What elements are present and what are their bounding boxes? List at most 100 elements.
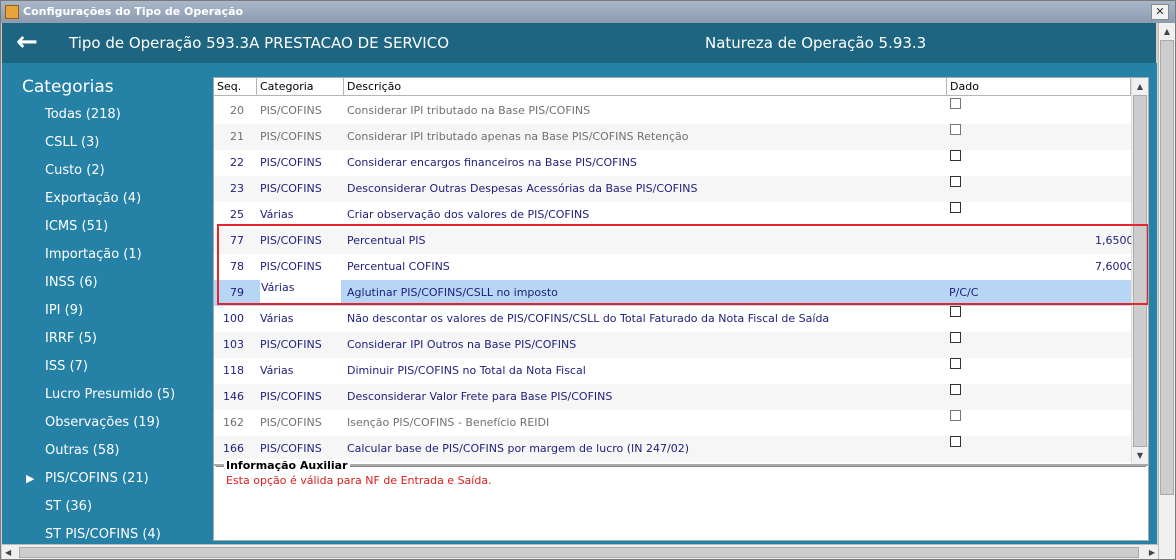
table-row[interactable]: 103 PIS/COFINS Considerar IPI Outros na Ba… xyxy=(214,332,1148,358)
dado-checkbox[interactable] xyxy=(950,124,961,135)
table-row[interactable]: 166 PIS/COFINS Calcular base de PIS/COFINS… xyxy=(214,436,1148,462)
sidebar-item-label: ST (36) xyxy=(45,499,93,514)
table-row[interactable]: 20 PIS/COFINS Considerar IPI tributado na … xyxy=(214,98,1148,124)
grid-header: Seq. Categoria Descrição Dado xyxy=(214,78,1148,96)
dado-checkbox[interactable] xyxy=(950,384,961,395)
sidebar-item-1[interactable]: CSLL (3) xyxy=(2,129,204,157)
table-row[interactable]: 162 PIS/COFINS Isenção PIS/COFINS - Benefí… xyxy=(214,410,1148,436)
cell-categoria: PIS/COFINS xyxy=(260,104,322,117)
sidebar-item-label: IPI (9) xyxy=(45,303,84,318)
table-row[interactable]: 118 Várias Diminuir PIS/COFINS no Total da… xyxy=(214,358,1148,384)
sidebar-item-9[interactable]: ISS (7) xyxy=(2,353,204,381)
sidebar-item-label: INSS (6) xyxy=(45,275,98,290)
sidebar-item-5[interactable]: Importação (1) xyxy=(2,241,204,269)
cell-categoria: Várias xyxy=(260,364,294,377)
aux-divider xyxy=(216,466,1146,467)
sidebar-item-12[interactable]: Outras (58) xyxy=(2,437,204,465)
table-row[interactable]: 146 PIS/COFINS Desconsiderar Valor Frete p… xyxy=(214,384,1148,410)
sidebar-item-6[interactable]: INSS (6) xyxy=(2,269,204,297)
cell-descricao: Considerar encargos financeiros na Base … xyxy=(347,156,637,169)
dado-checkbox[interactable] xyxy=(950,358,961,369)
sidebar-item-8[interactable]: IRRF (5) xyxy=(2,325,204,353)
dado-checkbox[interactable] xyxy=(950,98,961,109)
sidebar-item-14[interactable]: ST (36) xyxy=(2,493,204,521)
sidebar-item-2[interactable]: Custo (2) xyxy=(2,157,204,185)
dado-checkbox[interactable] xyxy=(950,176,961,187)
sidebar-item-label: Importação (1) xyxy=(45,247,142,262)
table-row[interactable]: 23 PIS/COFINS Desconsiderar Outras Despesa… xyxy=(214,176,1148,202)
window-scroll-thumb[interactable] xyxy=(1160,40,1174,495)
back-arrow-icon[interactable]: ← xyxy=(16,29,44,57)
horizontal-scrollbar[interactable]: ◀ ▶ xyxy=(2,544,1158,559)
close-button[interactable]: ✕ xyxy=(1151,4,1169,20)
aux-info-title: Informação Auxiliar xyxy=(224,459,350,472)
main-panel: Seq. Categoria Descrição Dado 20 PIS/COFI… xyxy=(204,63,1157,544)
sidebar-item-label: ST PIS/COFINS (4) xyxy=(45,527,161,542)
cell-categoria: PIS/COFINS xyxy=(260,182,322,195)
cell-seq: 118 xyxy=(223,364,244,377)
cell-seq: 20 xyxy=(230,104,244,117)
cell-descricao: Não descontar os valores de PIS/COFINS/C… xyxy=(347,312,830,325)
scroll-right-icon[interactable]: ▶ xyxy=(1149,545,1155,560)
dado-checkbox[interactable] xyxy=(950,150,961,161)
sidebar-item-label: ISS (7) xyxy=(45,359,88,374)
sidebar-item-label: ICMS (51) xyxy=(45,219,109,234)
horizontal-scroll-thumb[interactable] xyxy=(19,547,1139,558)
sidebar-item-label: Exportação (4) xyxy=(45,191,142,206)
window-title: Configurações do Tipo de Operação xyxy=(23,5,244,18)
scroll-left-icon[interactable]: ◀ xyxy=(5,545,11,560)
dado-checkbox[interactable] xyxy=(950,332,961,343)
scroll-up-icon[interactable]: ▲ xyxy=(1132,78,1148,95)
cell-seq: 162 xyxy=(223,416,244,429)
table-row[interactable]: 21 PIS/COFINS Considerar IPI tributado ape… xyxy=(214,124,1148,150)
sidebar-item-label: PIS/COFINS (21) xyxy=(45,471,149,486)
dado-checkbox[interactable] xyxy=(950,410,961,421)
cell-seq: 23 xyxy=(230,182,244,195)
sidebar-item-3[interactable]: Exportação (4) xyxy=(2,185,204,213)
cell-categoria: PIS/COFINS xyxy=(260,416,322,429)
aux-info-text: Esta opção é válida para NF de Entrada e… xyxy=(226,474,492,487)
sidebar-item-13[interactable]: ▶ PIS/COFINS (21) xyxy=(2,465,204,493)
sidebar-item-11[interactable]: Observações (19) xyxy=(2,409,204,437)
categories-heading: Categorias xyxy=(22,77,114,97)
dado-checkbox[interactable] xyxy=(950,436,961,447)
sidebar-item-10[interactable]: Lucro Presumido (5) xyxy=(2,381,204,409)
cell-descricao: Calcular base de PIS/COFINS por margem d… xyxy=(347,442,690,455)
options-grid: Seq. Categoria Descrição Dado 20 PIS/COFI… xyxy=(213,77,1149,465)
cell-descricao: Considerar IPI tributado na Base PIS/COF… xyxy=(347,104,591,117)
window-scroll-up-icon[interactable]: ▲ xyxy=(1159,23,1175,40)
aux-info-panel: Informação Auxiliar Esta opção é válida … xyxy=(213,459,1149,541)
sidebar-item-0[interactable]: Todas (218) xyxy=(2,101,204,129)
cell-seq: 100 xyxy=(223,312,244,325)
highlight-box xyxy=(217,224,1148,305)
cell-categoria: PIS/COFINS xyxy=(260,130,322,143)
title-bar: Configurações do Tipo de Operação ✕ xyxy=(1,1,1175,23)
window-vertical-scrollbar[interactable]: ▲ xyxy=(1158,23,1175,559)
sidebar-item-label: Custo (2) xyxy=(45,163,105,178)
column-header-categoria[interactable]: Categoria xyxy=(257,78,344,96)
scroll-down-icon[interactable]: ▼ xyxy=(1132,447,1148,464)
header-bar: ← Tipo de Operação 593.3A PRESTACAO DE S… xyxy=(2,23,1156,63)
tipo-operacao-label: Tipo de Operação 593.3A PRESTACAO DE SER… xyxy=(69,34,449,52)
column-header-descricao[interactable]: Descrição xyxy=(344,78,947,96)
dado-checkbox[interactable] xyxy=(950,202,961,213)
cell-categoria: PIS/COFINS xyxy=(260,338,322,351)
cell-categoria: PIS/COFINS xyxy=(260,156,322,169)
sidebar-item-7[interactable]: IPI (9) xyxy=(2,297,204,325)
cell-seq: 146 xyxy=(223,390,244,403)
cell-descricao: Desconsiderar Outras Despesas Acessórias… xyxy=(347,182,698,195)
table-row[interactable]: 100 Várias Não descontar os valores de PIS… xyxy=(214,306,1148,332)
cell-descricao: Desconsiderar Valor Frete para Base PIS/… xyxy=(347,390,613,403)
sidebar-item-label: Observações (19) xyxy=(45,415,160,430)
app-icon xyxy=(5,5,19,19)
table-row[interactable]: 22 PIS/COFINS Considerar encargos financei… xyxy=(214,150,1148,176)
dado-checkbox[interactable] xyxy=(950,306,961,317)
column-header-seq[interactable]: Seq. xyxy=(214,78,257,96)
sidebar-item-label: IRRF (5) xyxy=(45,331,97,346)
sidebar-item-label: Lucro Presumido (5) xyxy=(45,387,176,402)
sidebar-item-4[interactable]: ICMS (51) xyxy=(2,213,204,241)
cell-descricao: Isenção PIS/COFINS - Benefício REIDI xyxy=(347,416,550,429)
column-header-dado[interactable]: Dado xyxy=(947,78,1131,96)
sidebar-item-label: CSLL (3) xyxy=(45,135,100,150)
cell-seq: 21 xyxy=(230,130,244,143)
